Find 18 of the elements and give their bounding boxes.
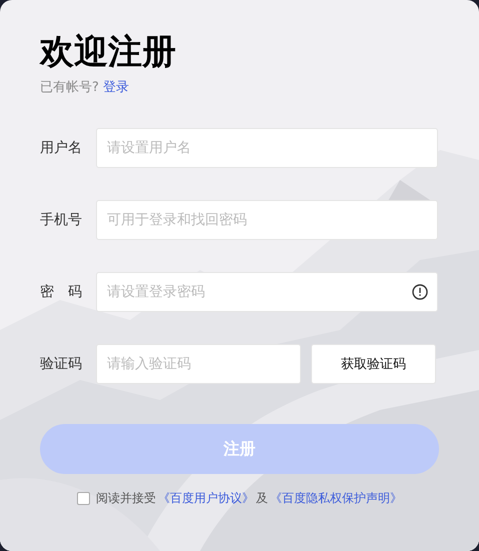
get-code-button[interactable]: 获取验证码 (311, 344, 436, 384)
page-title: 欢迎注册 (40, 31, 177, 74)
field-label: 用户名 (40, 139, 83, 157)
privacy-policy-link[interactable]: 《百度隐私权保护声明》 (270, 490, 402, 507)
agreement-checkbox[interactable] (77, 492, 90, 505)
field-label: 密 码 (40, 283, 83, 301)
field-label: 验证码 (40, 355, 83, 373)
input-field[interactable]: 请设置登录密码 (96, 272, 438, 312)
user-agreement-link[interactable]: 《百度用户协议》 (158, 490, 254, 507)
agreement-text: 阅读并接受 (96, 490, 156, 507)
field-label: 手机号 (40, 211, 83, 229)
agreement-text: 及 (256, 490, 268, 507)
input-field[interactable]: 可用于登录和找回密码 (96, 200, 438, 240)
info-icon[interactable] (412, 284, 428, 300)
login-link[interactable]: 登录 (102, 78, 129, 96)
login-prompt: 已有帐号? (40, 79, 99, 96)
input-field[interactable]: 请设置用户名 (96, 128, 438, 168)
input-field[interactable]: 请输入验证码 (96, 344, 301, 384)
